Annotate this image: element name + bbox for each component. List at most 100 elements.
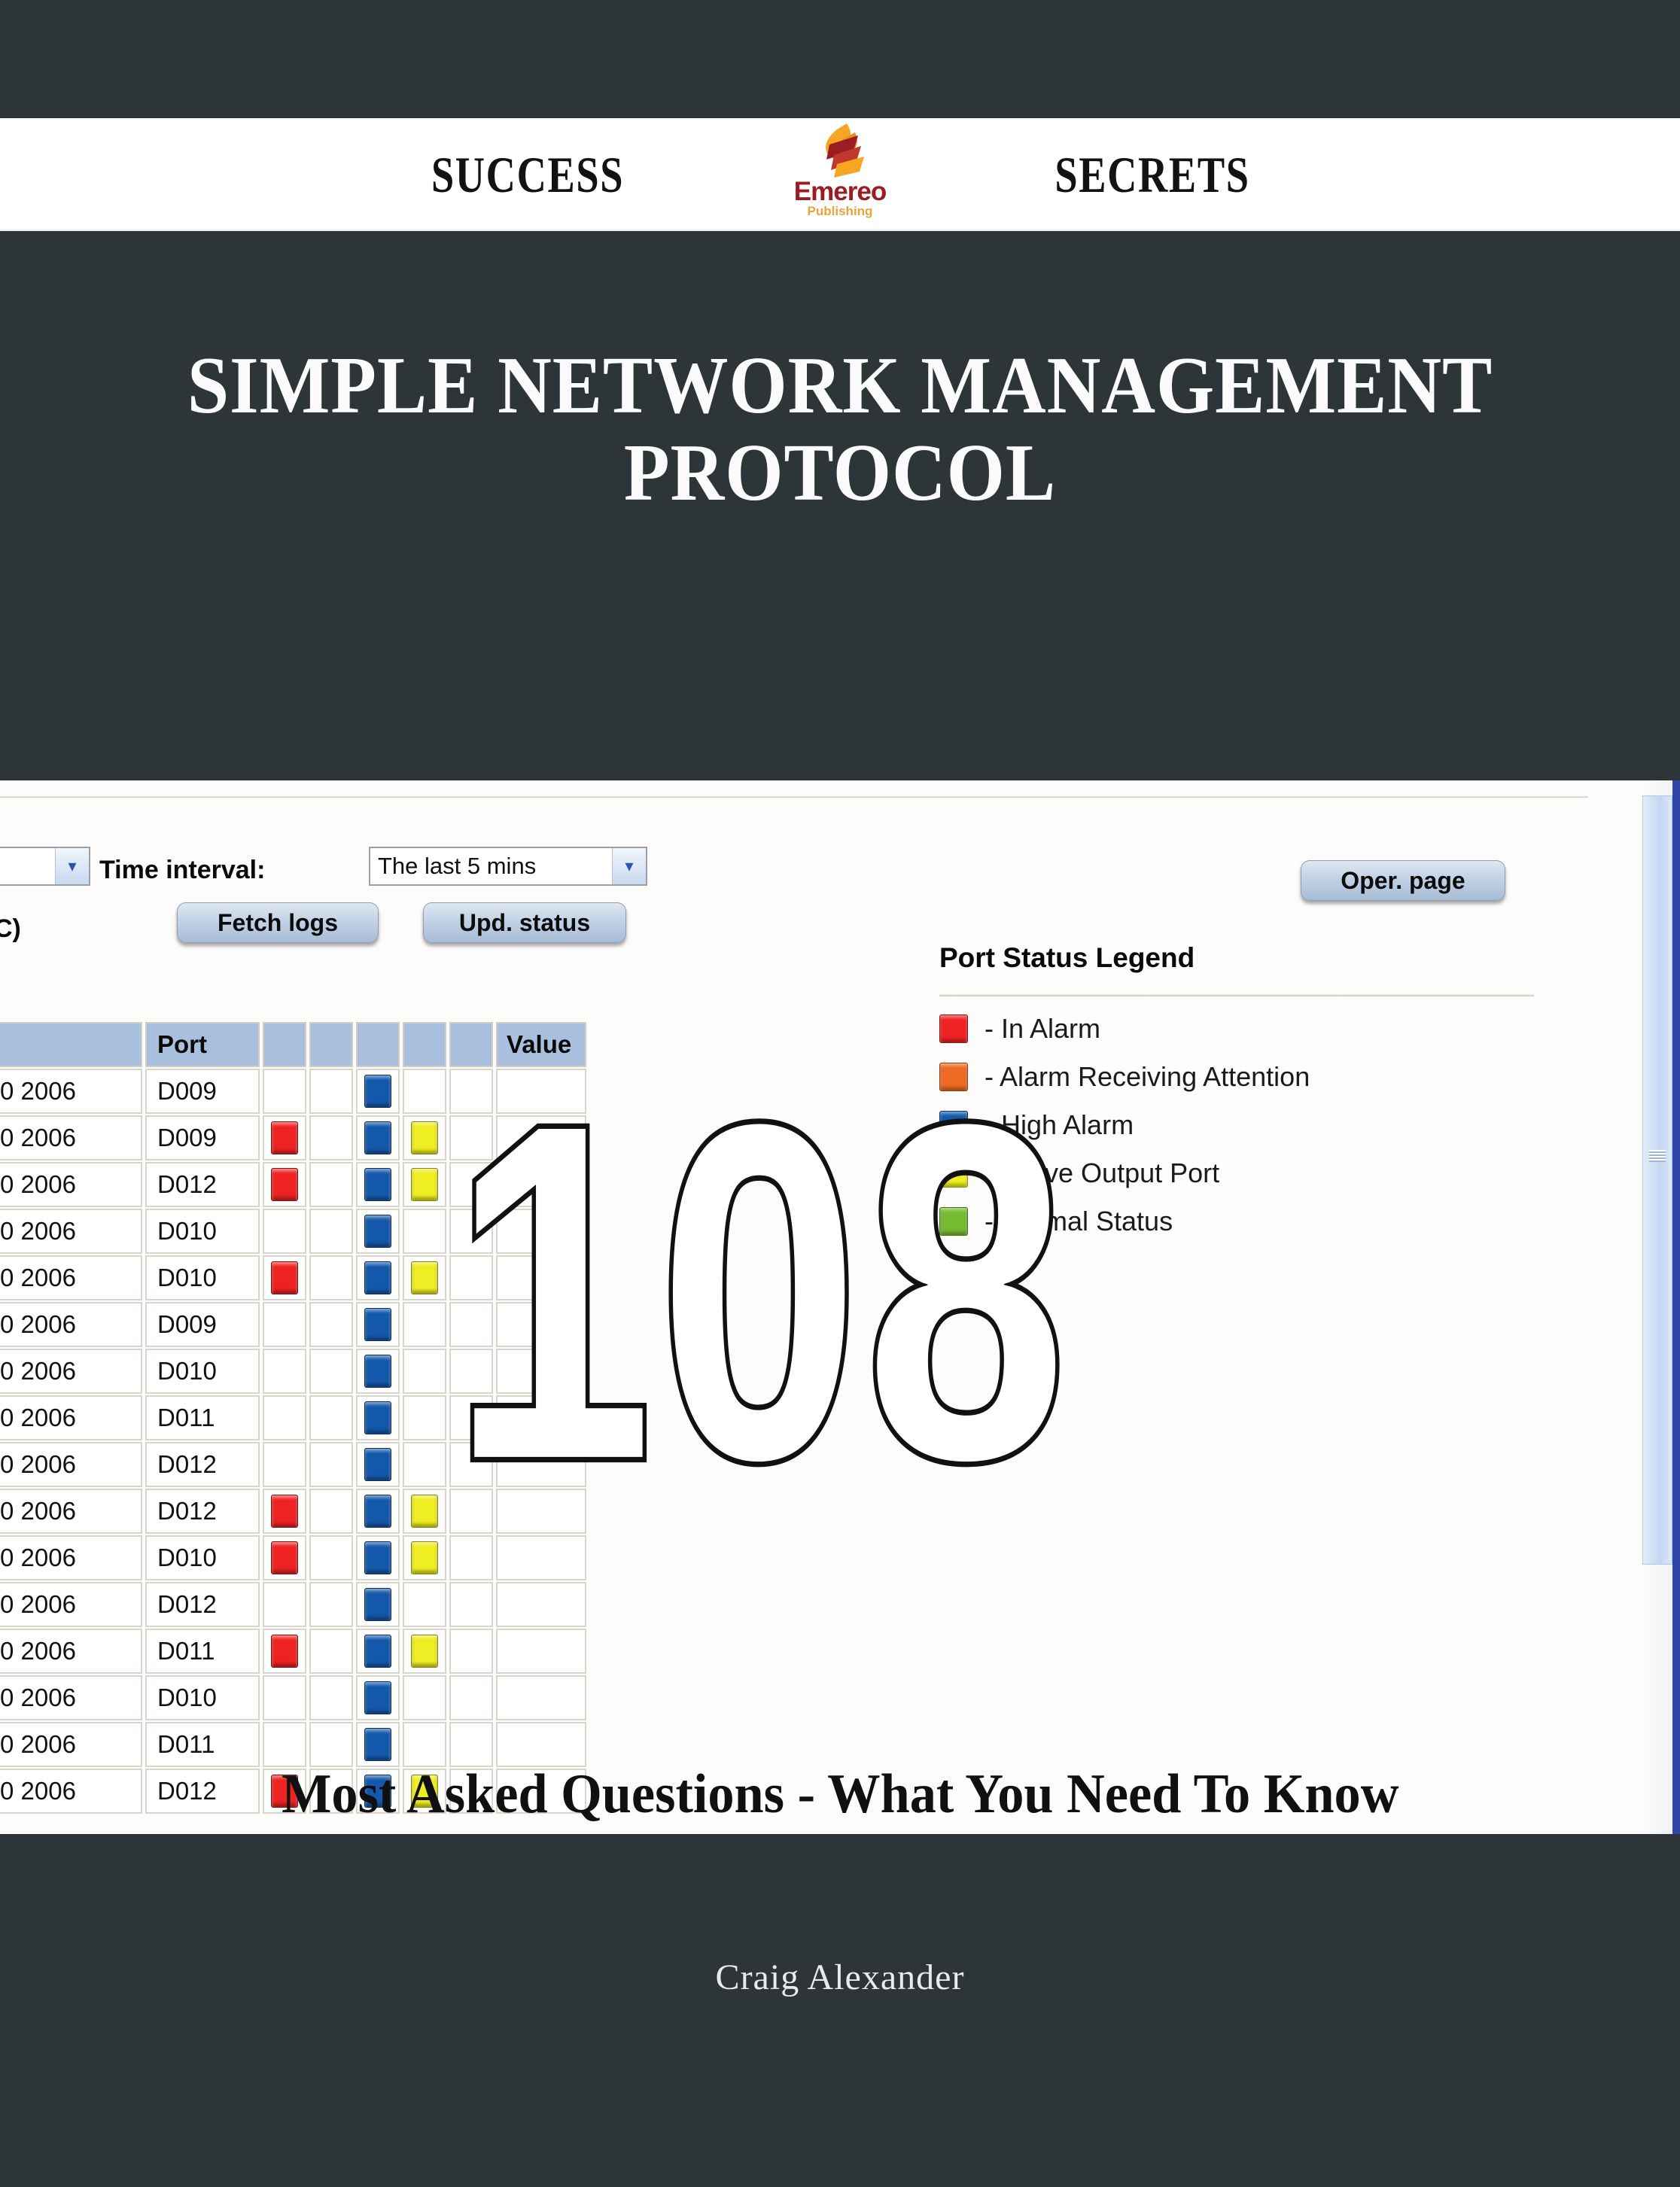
status-chip-blue xyxy=(364,1168,391,1201)
fetch-logs-label: Fetch logs xyxy=(217,908,338,936)
cell-port: D011 xyxy=(145,1722,260,1767)
cell-status-s2 xyxy=(309,1442,353,1487)
cell-date: 0 2006 xyxy=(0,1675,142,1720)
cell-date: 0 2006 xyxy=(0,1722,142,1767)
cell-status-s3 xyxy=(356,1629,400,1674)
table-row[interactable]: 0 2006 D012 xyxy=(0,1581,655,1628)
clipped-unit-text: C) xyxy=(0,914,21,943)
table-row[interactable]: 0 2006 D012 xyxy=(0,1768,655,1814)
cell-status-s3 xyxy=(356,1489,400,1534)
cell-status-s3 xyxy=(356,1722,400,1767)
fetch-logs-button[interactable]: Fetch logs xyxy=(177,902,379,943)
cell-port: D010 xyxy=(145,1535,260,1580)
status-chip-blue xyxy=(364,1775,391,1808)
cell-status-s4 xyxy=(403,1115,446,1160)
cell-port: D012 xyxy=(145,1769,260,1814)
cell-status-s4 xyxy=(403,1675,446,1720)
cell-value xyxy=(496,1675,586,1720)
cell-status-s2 xyxy=(309,1255,353,1300)
cell-date: 0 2006 xyxy=(0,1162,142,1207)
status-chip-blue xyxy=(364,1261,391,1294)
title-line-2: PROTOCOL xyxy=(623,428,1057,518)
cell-date: 0 2006 xyxy=(0,1255,142,1300)
cell-date: 0 2006 xyxy=(0,1535,142,1580)
cell-status-s4 xyxy=(403,1349,446,1394)
top-banner: SUCCESS Emereo Publishing SECRETS xyxy=(0,118,1680,231)
cell-port: D009 xyxy=(145,1069,260,1114)
time-interval-select[interactable]: The last 5 mins ▾ xyxy=(369,847,647,886)
oper-page-button[interactable]: Oper. page xyxy=(1301,860,1505,901)
cell-status-s2 xyxy=(309,1115,353,1160)
status-chip-red xyxy=(271,1635,298,1668)
cell-date: 0 2006 xyxy=(0,1302,142,1347)
cell-status-s1 xyxy=(263,1489,306,1534)
status-chip-red xyxy=(271,1121,298,1154)
cell-status-s3 xyxy=(356,1675,400,1720)
cell-status-s2 xyxy=(309,1162,353,1207)
cell-date: 0 2006 xyxy=(0,1769,142,1814)
cell-value xyxy=(496,1629,586,1674)
cell-status-s2 xyxy=(309,1395,353,1440)
col-header-s3 xyxy=(356,1022,400,1067)
cell-port: D010 xyxy=(145,1255,260,1300)
col-header-s1 xyxy=(263,1022,306,1067)
time-interval-label: Time interval: xyxy=(99,856,266,884)
chevron-down-icon: ▾ xyxy=(55,848,89,884)
status-chip-red xyxy=(271,1168,298,1201)
cell-status-s3 xyxy=(356,1535,400,1580)
cell-date: 0 2006 xyxy=(0,1582,142,1627)
cell-status-s4 xyxy=(403,1162,446,1207)
status-chip-blue xyxy=(364,1215,391,1248)
vertical-scrollbar[interactable] xyxy=(1641,780,1672,1834)
cell-port: D009 xyxy=(145,1115,260,1160)
table-row[interactable]: 0 2006 D011 xyxy=(0,1721,655,1768)
cell-status-s1 xyxy=(263,1162,306,1207)
cell-status-s4 xyxy=(403,1209,446,1254)
cell-status-s1 xyxy=(263,1629,306,1674)
panel-right-border xyxy=(1672,780,1680,1834)
cell-status-s5 xyxy=(449,1675,493,1720)
cell-status-s4 xyxy=(403,1582,446,1627)
chevron-down-icon: ▾ xyxy=(612,848,646,884)
cell-status-s4 xyxy=(403,1302,446,1347)
cell-status-s1 xyxy=(263,1255,306,1300)
table-row[interactable]: 0 2006 D010 xyxy=(0,1674,655,1721)
status-chip-yellow xyxy=(411,1261,438,1294)
left-filter-select[interactable]: ▾ xyxy=(0,847,90,886)
status-chip-yellow xyxy=(411,1541,438,1574)
cell-status-s4 xyxy=(403,1769,446,1814)
cell-status-s2 xyxy=(309,1675,353,1720)
scrollbar-thumb[interactable] xyxy=(1642,795,1672,1565)
flame-icon xyxy=(826,123,864,178)
upd-status-label: Upd. status xyxy=(458,908,591,936)
title-line-1: SIMPLE NETWORK MANAGEMENT xyxy=(187,341,1493,430)
cell-status-s3 xyxy=(356,1162,400,1207)
cell-status-s2 xyxy=(309,1349,353,1394)
author-name: Craig Alexander xyxy=(715,1957,965,1997)
cell-status-s2 xyxy=(309,1722,353,1767)
cell-value xyxy=(496,1722,586,1767)
cell-port: D012 xyxy=(145,1442,260,1487)
cell-status-s3 xyxy=(356,1115,400,1160)
cell-date: 0 2006 xyxy=(0,1349,142,1394)
cell-status-s2 xyxy=(309,1302,353,1347)
upd-status-button[interactable]: Upd. status xyxy=(423,902,626,943)
cell-port: D011 xyxy=(145,1629,260,1674)
cell-status-s3 xyxy=(356,1302,400,1347)
table-row[interactable]: 0 2006 D011 xyxy=(0,1628,655,1674)
cell-status-s3 xyxy=(356,1069,400,1114)
cell-port: D012 xyxy=(145,1162,260,1207)
status-chip-blue xyxy=(364,1401,391,1434)
cell-status-s1 xyxy=(263,1442,306,1487)
legend-divider xyxy=(939,993,1534,996)
cell-port: D010 xyxy=(145,1349,260,1394)
status-chip-yellow xyxy=(411,1635,438,1668)
cell-status-s4 xyxy=(403,1069,446,1114)
status-chip-red xyxy=(271,1261,298,1294)
cell-status-s3 xyxy=(356,1255,400,1300)
cell-value xyxy=(496,1582,586,1627)
cell-status-s4 xyxy=(403,1535,446,1580)
status-chip-blue xyxy=(364,1541,391,1574)
status-chip-blue xyxy=(364,1308,391,1341)
status-chip-yellow xyxy=(411,1775,438,1808)
